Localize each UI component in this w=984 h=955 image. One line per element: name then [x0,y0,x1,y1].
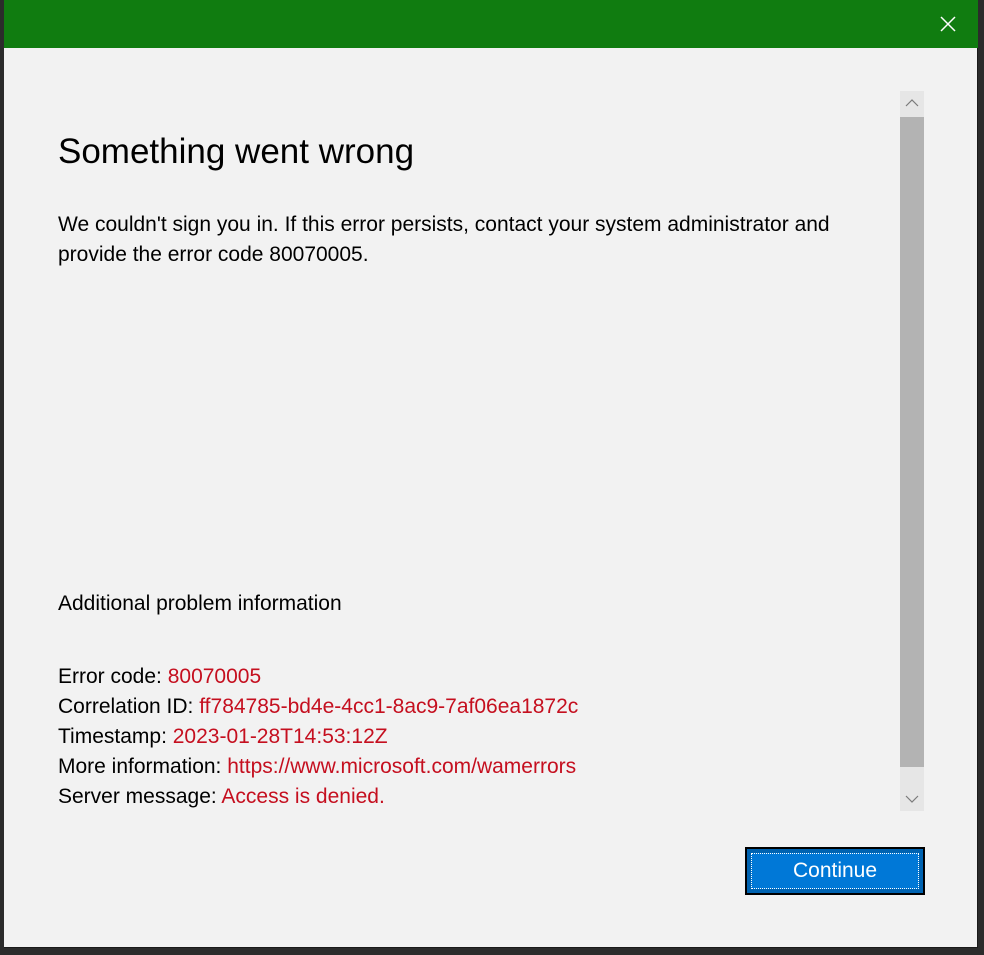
more-information-label: More information: [58,755,227,778]
correlation-id-row: Correlation ID: ff784785-bd4e-4cc1-8ac9-… [58,692,578,722]
correlation-id-label: Correlation ID: [58,695,199,718]
error-code-value: 80070005 [168,665,261,688]
continue-button-label: Continue [751,853,919,889]
server-message-row: Server message: Access is denied. [58,782,578,812]
more-information-row: More information: https://www.microsoft.… [58,752,578,782]
chevron-down-icon [900,787,924,811]
scroll-thumb[interactable] [900,117,924,767]
vertical-scrollbar[interactable] [900,91,924,811]
close-button[interactable] [936,12,960,36]
close-icon [936,12,960,36]
server-message-value: Access is denied. [221,785,384,808]
timestamp-label: Timestamp: [58,725,173,748]
server-message-label: Server message: [58,785,221,808]
chevron-up-icon [900,91,924,115]
scroll-up-button[interactable] [900,91,924,115]
title-bar [4,0,978,48]
correlation-id-value: ff784785-bd4e-4cc1-8ac9-7af06ea1872c [199,695,578,718]
error-code-row: Error code: 80070005 [58,662,578,692]
scroll-down-button[interactable] [900,787,924,811]
page-title: Something went wrong [58,132,414,172]
error-details: Error code: 80070005 Correlation ID: ff7… [58,662,578,812]
error-dialog: Something went wrong We couldn't sign yo… [4,0,978,948]
error-message: We couldn't sign you in. If this error p… [58,210,888,270]
timestamp-row: Timestamp: 2023-01-28T14:53:12Z [58,722,578,752]
continue-button[interactable]: Continue [745,847,925,895]
dialog-content: Something went wrong We couldn't sign yo… [58,90,888,820]
timestamp-value: 2023-01-28T14:53:12Z [173,725,388,748]
additional-info-heading: Additional problem information [58,592,342,616]
more-information-link[interactable]: https://www.microsoft.com/wamerrors [227,755,576,778]
error-code-label: Error code: [58,665,168,688]
